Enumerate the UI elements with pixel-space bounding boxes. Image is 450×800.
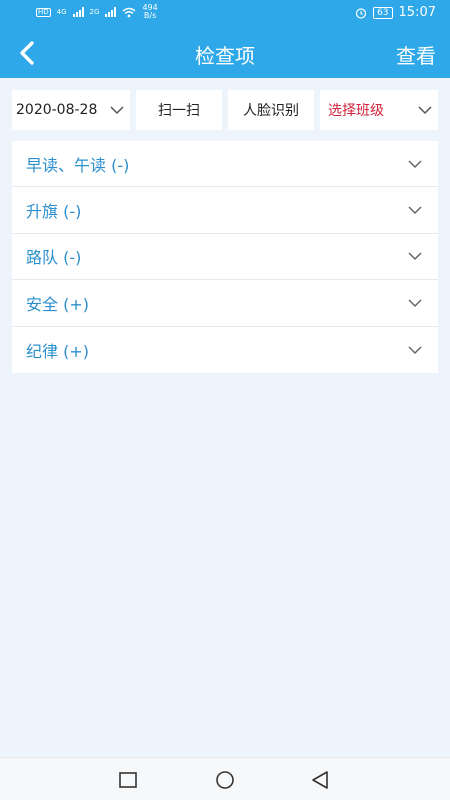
check-item-label: 纪律 (+) [26,341,89,361]
status-right: 63 15:07 [355,5,436,20]
check-item-row[interactable]: 升旗 (-) [12,187,438,234]
clock: 15:07 [398,5,436,20]
network-speed-unit: B/s [143,11,157,20]
chevron-down-icon [408,252,422,261]
chevron-down-icon [408,346,422,354]
recent-apps-square-icon[interactable] [116,768,140,792]
face-recognition-label: 人脸识别 [243,103,299,119]
class-select[interactable]: 选择班级 [320,90,438,130]
app-bar: 检查项 查看 [0,28,450,78]
scan-button[interactable]: 扫一扫 [136,90,222,130]
signal-icon-1 [72,7,84,17]
network-type-1: 4G [56,7,67,16]
chevron-down-icon [408,299,422,307]
check-item-label: 升旗 (-) [26,202,82,222]
date-select[interactable]: 2020-08-28 [12,90,130,130]
check-item-label: 安全 (+) [26,294,89,314]
check-item-label: 早读、午读 (-) [26,155,130,175]
face-recognition-button[interactable]: 人脸识别 [228,90,314,130]
check-item-row[interactable]: 路队 (-) [12,234,438,281]
check-item-row[interactable]: 纪律 (+) [12,327,438,373]
status-bar: HD 4G 2G 494 B/s 63 15:07 [0,0,450,28]
chevron-down-icon [418,106,432,115]
wifi-icon [122,7,136,17]
status-left: HD 4G 2G 494 B/s [36,4,158,20]
date-value: 2020-08-28 [16,102,98,118]
chevron-down-icon [408,206,422,215]
network-type-2: 2G [89,7,100,16]
battery-indicator: 63 [373,6,393,19]
chevron-down-icon [110,106,124,115]
alarm-icon [355,7,367,19]
network-speed: 494 B/s [142,4,157,20]
hd-badge: HD [36,7,51,17]
check-item-list: 早读、午读 (-) 升旗 (-) 路队 (-) 安全 (+) 纪律 (+) [12,141,438,373]
check-item-row[interactable]: 安全 (+) [12,280,438,327]
check-item-label: 路队 (-) [26,248,82,268]
home-circle-icon[interactable] [213,768,237,792]
page-title: 检查项 [195,44,255,68]
system-nav-bar [0,757,450,800]
back-triangle-icon[interactable] [308,768,332,792]
signal-icon-2 [105,7,117,17]
filter-bar: 2020-08-28 扫一扫 人脸识别 选择班级 [12,90,438,130]
check-item-row[interactable]: 早读、午读 (-) [12,141,438,188]
chevron-down-icon [408,160,422,168]
view-button[interactable]: 查看 [396,40,436,69]
class-select-label: 选择班级 [328,103,384,119]
scan-label: 扫一扫 [158,103,200,119]
